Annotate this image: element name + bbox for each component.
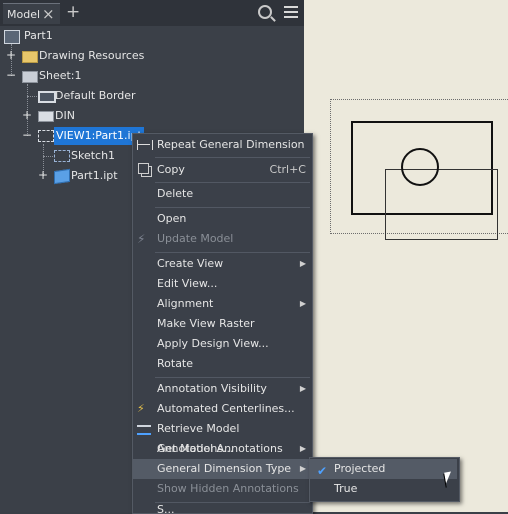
menu-item-update-model: ⚡ Update Model <box>133 229 312 249</box>
tree-item-label: VIEW1:Part1.ipt <box>54 127 144 145</box>
tree-connector <box>27 96 37 97</box>
sheet-icon <box>22 71 38 83</box>
expand-icon[interactable]: + <box>22 109 32 121</box>
menu-item-projected[interactable]: ✔ Projected <box>310 459 457 479</box>
menu-separator <box>155 182 310 183</box>
hamburger-menu-icon[interactable] <box>284 6 298 18</box>
menu-item-rotate[interactable]: Rotate <box>133 354 312 374</box>
general-dimension-type-submenu: ✔ Projected True <box>309 457 460 502</box>
tree-item-label: Default Border <box>55 89 136 102</box>
menu-item-label: Update Model <box>157 232 234 245</box>
folder-icon <box>22 51 38 63</box>
checkmark-icon: ✔ <box>317 464 328 478</box>
tree-connector <box>43 156 53 157</box>
tree-item-label: Part1.ipt <box>71 169 118 182</box>
submenu-arrow-icon: ▶ <box>299 384 306 393</box>
menu-separator <box>155 252 310 253</box>
menu-item-label: Projected <box>334 462 386 475</box>
tree-item-label: Sketch1 <box>71 149 116 162</box>
menu-item-create-view[interactable]: Create View ▶ <box>133 254 312 274</box>
context-menu: Repeat General Dimension Copy Ctrl+C Del… <box>132 133 313 514</box>
submenu-arrow-icon: ▶ <box>299 464 306 473</box>
sketch-icon <box>54 150 70 162</box>
close-icon[interactable]: × <box>42 5 55 23</box>
submenu-arrow-icon: ▶ <box>299 444 306 453</box>
part-cube-icon <box>54 168 70 185</box>
drawing-canvas[interactable] <box>304 0 508 512</box>
projected-rectangle[interactable] <box>385 169 498 240</box>
menu-item-label: Repeat General Dimension <box>157 138 305 151</box>
expand-icon[interactable]: + <box>38 169 48 181</box>
lightning-icon: ⚡ <box>137 232 146 246</box>
menu-shortcut: Ctrl+C <box>269 163 306 176</box>
menu-item-label: General Dimension Type <box>157 462 292 475</box>
border-icon <box>38 91 56 103</box>
menu-item-label: Show Hidden Annotations <box>157 482 299 495</box>
menu-item-automated-centerlines[interactable]: ⚡ Automated Centerlines... <box>133 399 312 419</box>
collapse-icon[interactable]: − <box>6 69 16 81</box>
tab-model-label: Model <box>7 8 41 21</box>
menu-item-general-dimension-type[interactable]: General Dimension Type ▶ <box>133 459 312 479</box>
menu-separator <box>155 157 310 158</box>
tree-item-label: Sheet:1 <box>39 69 82 82</box>
tree-item-label: Part1 <box>24 29 53 42</box>
menu-item-true[interactable]: True <box>310 479 457 499</box>
centerline-icon: ⚡ <box>137 402 145 415</box>
expand-icon[interactable]: + <box>6 49 16 61</box>
menu-item-label: Delete <box>157 187 194 200</box>
menu-item-alignment[interactable]: Alignment ▶ <box>133 294 312 314</box>
collapse-icon[interactable]: − <box>22 129 32 141</box>
menu-item-label: Automated Centerlines... <box>157 402 295 415</box>
menu-item-label: Edit View... <box>157 277 218 290</box>
menu-item-delete[interactable]: Delete <box>133 184 312 204</box>
submenu-arrow-icon: ▶ <box>299 259 306 268</box>
menu-item-apply-design-view[interactable]: Apply Design View... <box>133 334 312 354</box>
menu-separator <box>155 377 310 378</box>
menu-item-label: Make View Raster <box>157 317 255 330</box>
menu-item-edit-view[interactable]: Edit View... <box>133 274 312 294</box>
menu-item-label: Alignment <box>157 297 214 310</box>
menu-item-label: Annotation Visibility <box>157 382 267 395</box>
menu-item-label: Create View <box>157 257 224 270</box>
menu-item-copy[interactable]: Copy Ctrl+C <box>133 160 312 180</box>
menu-item-label: Rotate <box>157 357 194 370</box>
drawing-icon <box>4 30 20 44</box>
browser-tabbar: Model × + <box>0 0 304 26</box>
tab-model[interactable]: Model × <box>3 3 60 24</box>
menu-item-label: Get Model Annotations <box>157 442 283 455</box>
dimension-icon <box>137 140 153 150</box>
title-block-icon <box>38 111 54 122</box>
menu-item-annotation-visibility[interactable]: Annotation Visibility ▶ <box>133 379 312 399</box>
search-icon[interactable] <box>258 5 272 19</box>
copy-icon <box>138 163 149 174</box>
menu-item-get-model-annotations[interactable]: Get Model Annotations ▶ <box>133 439 312 459</box>
add-tab-icon[interactable]: + <box>66 2 80 22</box>
menu-item-open[interactable]: Open <box>133 209 312 229</box>
tree-item-label: Drawing Resources <box>39 49 145 62</box>
retrieve-annotations-icon <box>137 425 151 435</box>
menu-item-label: True <box>334 482 358 495</box>
menu-item-retrieve-model-annotations[interactable]: Retrieve Model Annotations... <box>133 419 312 455</box>
submenu-arrow-icon: ▶ <box>299 299 306 308</box>
menu-separator <box>155 502 310 503</box>
menu-item-label: Open <box>157 212 187 225</box>
tree-item-label: DIN <box>55 109 75 122</box>
drawing-view-icon <box>38 130 54 142</box>
menu-item-make-view-raster[interactable]: Make View Raster <box>133 314 312 334</box>
menu-item-label: Copy <box>157 163 185 176</box>
menu-item-label: Apply Design View... <box>157 337 269 350</box>
view-circle[interactable] <box>401 148 439 186</box>
menu-item-show-hidden-annotations: Show Hidden Annotations <box>133 479 312 499</box>
menu-item-repeat[interactable]: Repeat General Dimension <box>133 135 312 155</box>
menu-separator <box>155 207 310 208</box>
